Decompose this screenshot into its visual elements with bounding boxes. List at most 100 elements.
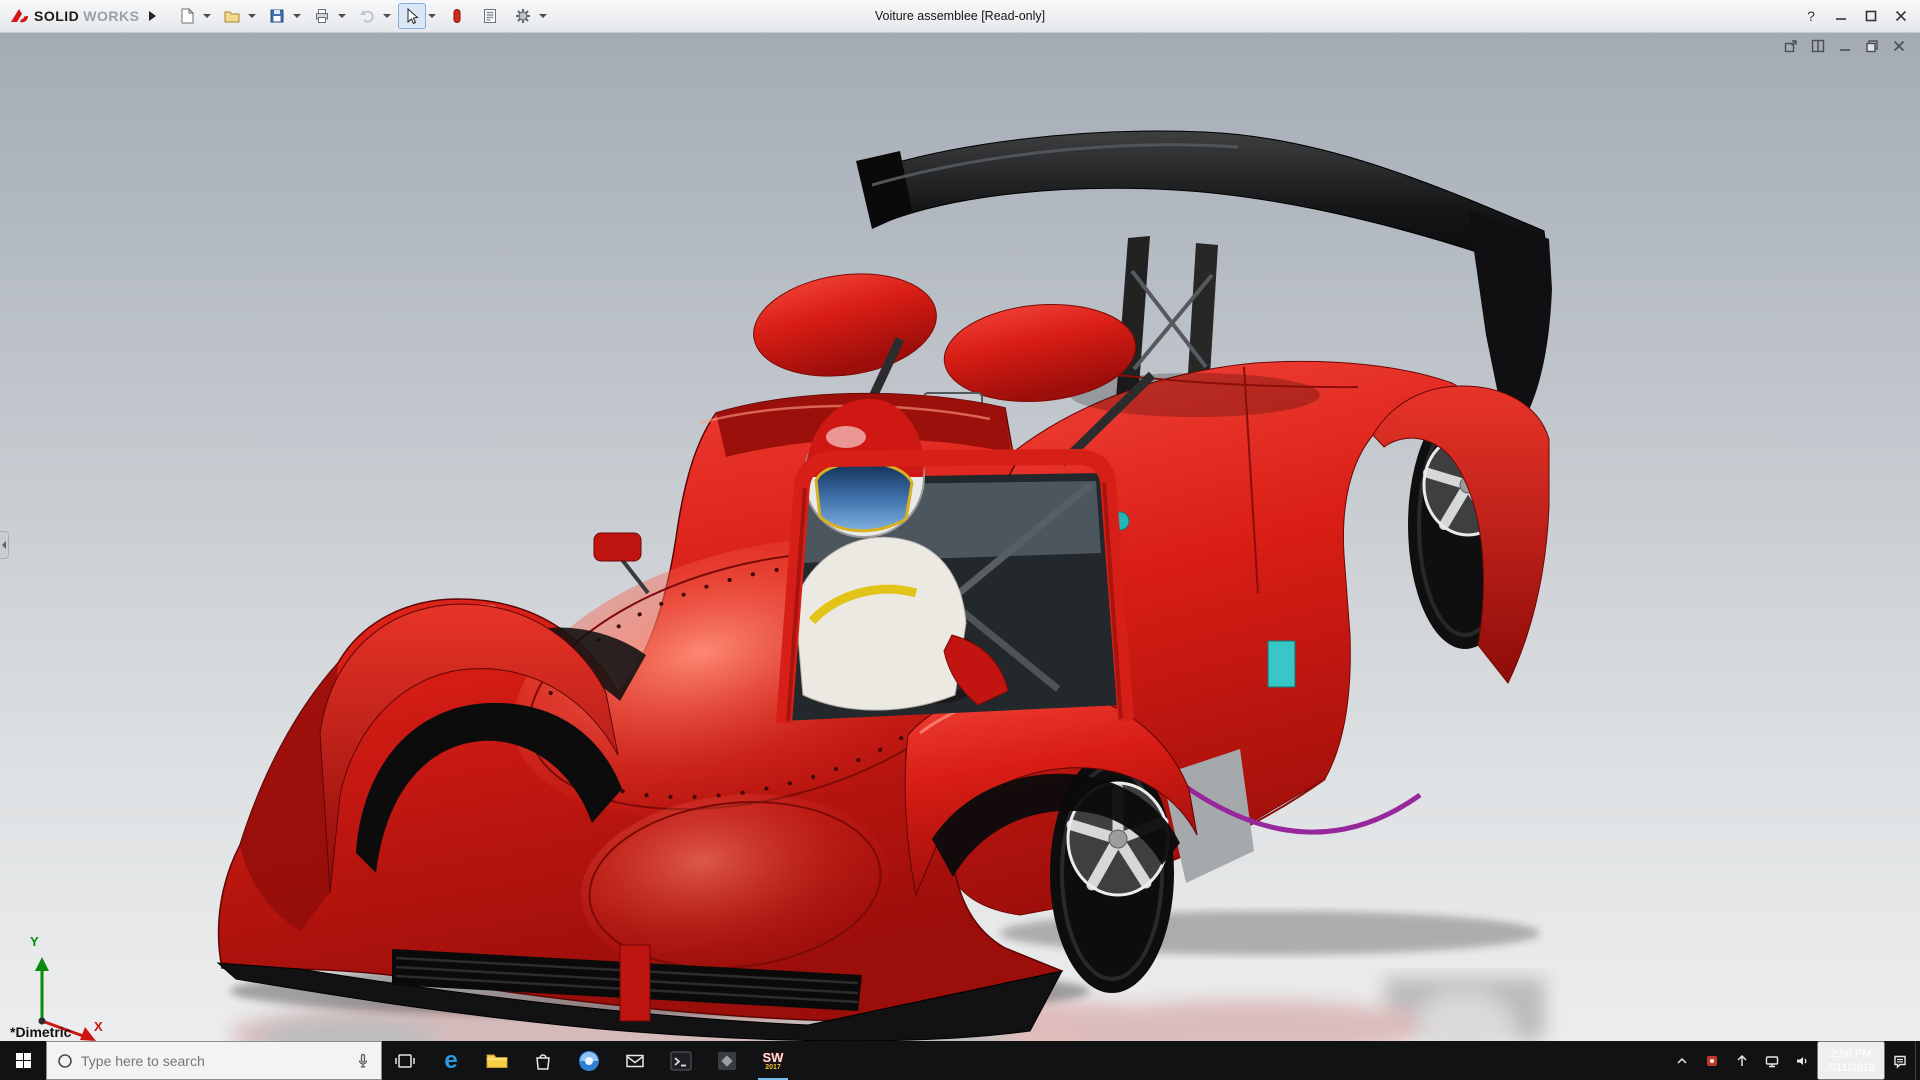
mail-icon [624, 1050, 646, 1072]
file-properties-icon [481, 7, 499, 25]
help-button[interactable]: ? [1796, 0, 1826, 32]
cortana-icon [57, 1053, 73, 1069]
start-button[interactable] [0, 1041, 46, 1080]
task-view-button[interactable] [382, 1041, 428, 1080]
arrow-up-icon [1734, 1053, 1750, 1069]
triad-y-label: Y [30, 934, 39, 949]
brand-text-bold: SOLID [34, 8, 79, 24]
dropdown-caret[interactable] [203, 14, 211, 18]
save-button[interactable] [263, 3, 291, 29]
dropdown-caret[interactable] [428, 14, 436, 18]
dropdown-caret[interactable] [293, 14, 301, 18]
clock-date: 7/11/2018 [1827, 1061, 1875, 1075]
maximize-button[interactable] [1856, 0, 1886, 32]
minimize-icon [1835, 10, 1847, 22]
window-controls: ? [1796, 0, 1916, 32]
new-document-icon [178, 7, 196, 25]
options-button[interactable] [509, 3, 537, 29]
browser-icon [577, 1049, 601, 1073]
file-properties-button[interactable] [476, 3, 504, 29]
search-input[interactable] [81, 1053, 347, 1069]
titlebar: SOLIDWORKS [0, 0, 1920, 33]
helmet-visor [816, 463, 912, 531]
terminal-icon [669, 1049, 693, 1073]
doc-restore-button[interactable] [1863, 37, 1881, 55]
solidworks-icon-year: 2017 [765, 1064, 781, 1071]
minimize-button[interactable] [1826, 0, 1856, 32]
solidworks-icon-label: SW [763, 1051, 784, 1064]
doc-minimize-icon [1838, 39, 1852, 53]
doc-close-button[interactable] [1890, 37, 1908, 55]
taskbar-file-explorer-button[interactable] [474, 1041, 520, 1080]
network-icon [1764, 1053, 1780, 1069]
close-button[interactable] [1886, 0, 1916, 32]
rebuild-icon [448, 7, 466, 25]
taskbar-clock[interactable]: 2:58 PM 7/11/2018 [1817, 1041, 1885, 1080]
dropdown-caret[interactable] [338, 14, 346, 18]
grille-center-pillar [620, 945, 650, 1021]
tray-arrow-button[interactable] [1727, 1041, 1757, 1080]
select-tool-button[interactable] [398, 3, 426, 29]
windows-logo-icon [15, 1052, 32, 1069]
printer-icon [313, 7, 331, 25]
viewport-canvas[interactable] [0, 33, 1920, 1041]
brand-text-light: WORKS [83, 8, 139, 24]
tray-app-icon [1704, 1053, 1720, 1069]
new-document-button[interactable] [173, 3, 201, 29]
clock-time: 2:58 PM [1830, 1047, 1871, 1061]
taskbar-terminal-button[interactable] [658, 1041, 704, 1080]
dropdown-caret[interactable] [539, 14, 547, 18]
solidworks-icon: SW 2017 [763, 1051, 784, 1071]
dropdown-caret[interactable] [248, 14, 256, 18]
action-center-icon [1892, 1053, 1908, 1069]
taskbar-mail-button[interactable] [612, 1041, 658, 1080]
microphone-icon[interactable] [355, 1053, 371, 1069]
store-icon [532, 1050, 554, 1072]
volume-button[interactable] [1787, 1041, 1817, 1080]
taskbar-browser-button[interactable] [566, 1041, 612, 1080]
network-button[interactable] [1757, 1041, 1787, 1080]
undo-button[interactable] [353, 3, 381, 29]
open-button[interactable] [218, 3, 246, 29]
panel-collapse-handle[interactable] [0, 531, 9, 559]
dock-pane-button[interactable] [1809, 37, 1827, 55]
doc-restore-icon [1865, 39, 1879, 53]
select-cursor-icon [403, 7, 421, 25]
help-label: ? [1807, 8, 1815, 24]
task-view-icon [394, 1050, 416, 1072]
hidden-icons-button[interactable] [1667, 1041, 1697, 1080]
taskbar-store-button[interactable] [520, 1041, 566, 1080]
taskbar-search[interactable] [46, 1041, 382, 1080]
graphics-viewport[interactable]: Y X *Dimetric [0, 33, 1920, 1041]
file-explorer-icon [485, 1049, 509, 1073]
taskbar-solidworks-button[interactable]: SW 2017 [750, 1041, 796, 1080]
doc-close-icon [1892, 39, 1906, 53]
triad-x-label: X [94, 1019, 103, 1034]
show-desktop-strip[interactable] [1915, 1041, 1920, 1080]
app-dark-icon [715, 1049, 739, 1073]
rebuild-button[interactable] [443, 3, 471, 29]
save-floppy-icon [268, 7, 286, 25]
document-window-controls [1782, 37, 1908, 55]
window-title: Voiture assemblee [Read-only] [875, 9, 1045, 23]
view-orientation-label: *Dimetric [10, 1024, 71, 1040]
doc-minimize-button[interactable] [1836, 37, 1854, 55]
side-glass-panel [1268, 641, 1295, 687]
dropdown-caret[interactable] [383, 14, 391, 18]
options-gear-icon [514, 7, 532, 25]
print-button[interactable] [308, 3, 336, 29]
taskbar-app-button[interactable] [704, 1041, 750, 1080]
edge-icon: e [444, 1049, 457, 1073]
close-icon [1895, 10, 1907, 22]
maximize-icon [1865, 10, 1877, 22]
solidworks-logo: SOLIDWORKS [4, 7, 145, 25]
quick-toolbar [173, 3, 552, 29]
tray-app-button[interactable] [1697, 1041, 1727, 1080]
windows-taskbar: e SW 2017 [0, 1041, 1920, 1080]
menu-expand-arrow[interactable] [145, 5, 159, 27]
action-center-button[interactable] [1885, 1041, 1915, 1080]
float-pane-button[interactable] [1782, 37, 1800, 55]
chevron-up-icon [1674, 1053, 1690, 1069]
ds-logo-icon [10, 7, 30, 25]
taskbar-edge-button[interactable]: e [428, 1041, 474, 1080]
